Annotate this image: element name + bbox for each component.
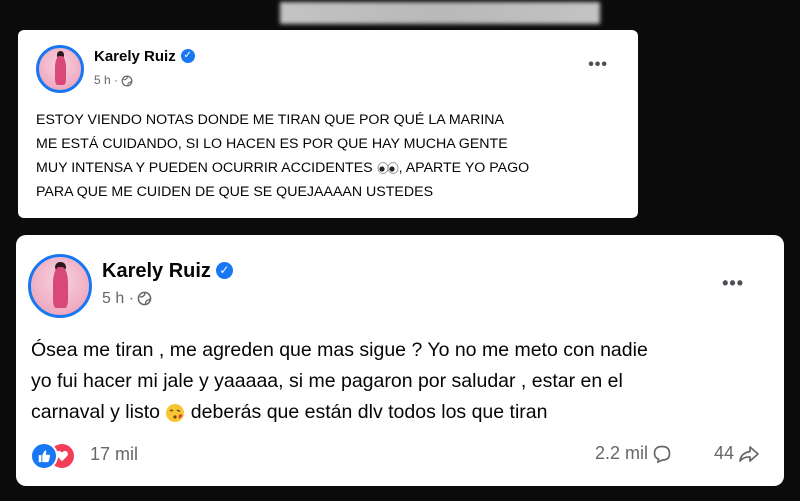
post-text-part2: deberás que están dlv todos los que tira… [185,401,548,423]
like-reaction-icon [30,442,58,470]
comments-count[interactable]: 2.2 mil [595,443,648,464]
globe-icon [121,75,133,87]
post-text: ESTOY VIENDO NOTAS DONDE ME TIRAN QUE PO… [36,108,631,204]
post-footer: 17 mil 2.2 mil 44 [30,440,770,470]
more-options-button[interactable]: ••• [722,273,744,294]
author-name-text[interactable]: Karely Ruiz [102,260,211,282]
avatar[interactable] [28,254,92,318]
thumbs-up-icon [38,450,51,463]
reactions-count[interactable]: 17 mil [90,444,138,465]
more-options-button[interactable]: ••• [588,56,608,74]
verified-badge-icon: ✓ [180,48,195,63]
shares-count-button[interactable]: 44 [714,443,760,464]
author-name[interactable]: Karely Ruiz ✓ [102,260,233,283]
post-text: Ósea me tiran , me agreden que mas sigue… [31,335,781,428]
verified-badge-icon: ✓ [215,261,233,279]
author-name-text[interactable]: Karely Ruiz [94,48,176,65]
blurred-background-strip [280,2,600,24]
comment-icon [653,445,671,463]
eyes-emoji [377,162,398,175]
post-card-bottom: Karely Ruiz ✓ 5 h · ••• Ósea me tiran , m… [16,235,784,486]
share-icon [739,445,759,462]
post-card-top: Karely Ruiz ✓ 5 h · ••• ESTOY VIENDO NOTA… [18,30,638,218]
author-name[interactable]: Karely Ruiz ✓ [94,48,195,65]
shares-count[interactable]: 44 [714,443,734,464]
post-meta: 5 h · [94,73,133,87]
comments-count-button[interactable]: 2.2 mil [595,443,672,464]
avatar-figure [54,55,66,85]
globe-icon [137,291,152,306]
post-time[interactable]: 5 h · [102,290,134,307]
post-time[interactable]: 5 h · [94,73,118,87]
avatar-figure [53,267,69,309]
face-blowing-kiss-emoji [166,403,185,422]
post-meta: 5 h · [102,290,152,308]
avatar[interactable] [36,45,84,93]
